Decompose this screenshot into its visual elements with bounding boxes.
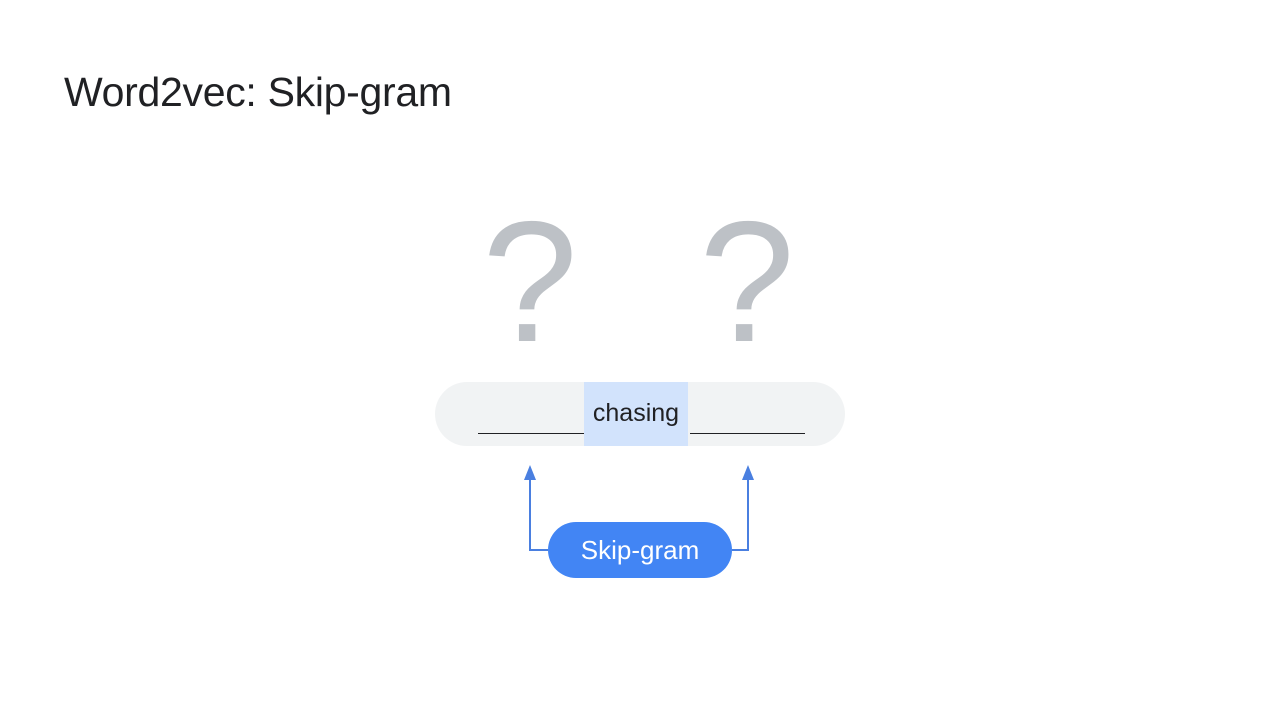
left-arrow-head [524, 465, 536, 480]
right-arrow-line [732, 478, 749, 551]
skip-gram-model-pill: Skip-gram [548, 522, 732, 578]
left-arrow-line [529, 478, 548, 551]
right-arrow-head [742, 465, 754, 480]
skip-gram-connector [524, 465, 754, 551]
